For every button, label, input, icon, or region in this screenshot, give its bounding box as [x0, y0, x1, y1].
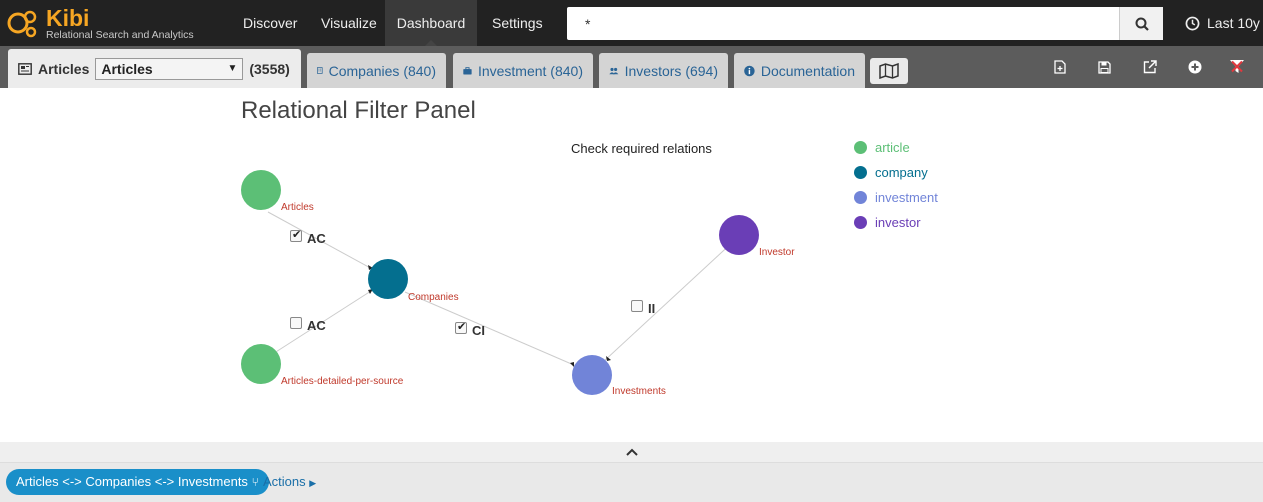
- kibi-filter-icon: [1230, 60, 1244, 73]
- relation-checkbox-ac-2[interactable]: [290, 317, 302, 329]
- tab-investors-label: Investors (694): [624, 62, 718, 79]
- briefcase-icon: [463, 66, 472, 75]
- edge-investments-investor: [602, 239, 736, 363]
- kibi-logo-icon: [7, 10, 37, 38]
- tab-articles-label: Articles: [38, 60, 90, 77]
- tab-investment[interactable]: Investment (840): [453, 53, 593, 88]
- relational-filter-pill-label: Articles <-> Companies <-> Investments: [16, 474, 248, 489]
- nav-visualize[interactable]: Visualize: [306, 0, 392, 46]
- node-articles-detailed[interactable]: [241, 344, 281, 384]
- relation-label-ac-1: AC: [307, 231, 326, 246]
- legend-item-investment: investment: [854, 190, 938, 205]
- actions-menu[interactable]: Actions ▶: [263, 474, 316, 489]
- edge-companies-investments: [404, 291, 591, 373]
- add-icon: [1188, 60, 1202, 74]
- save-icon: [1097, 60, 1111, 74]
- search-input[interactable]: [567, 7, 1119, 40]
- logo-word: Kibi: [46, 5, 90, 31]
- collapse-filter-bar-toggle[interactable]: [0, 442, 1263, 462]
- filter-bar: Articles <-> Companies <-> Investments ⑂…: [0, 462, 1263, 502]
- relation-checkbox-ac-1[interactable]: ✔: [290, 229, 302, 242]
- tab-companies[interactable]: Companies (840): [307, 53, 446, 88]
- legend-label: investor: [875, 215, 921, 230]
- nav-dashboard[interactable]: Dashboard: [385, 0, 477, 46]
- info-icon: [744, 65, 755, 76]
- search-button[interactable]: [1119, 7, 1163, 40]
- relational-graph: Articles Companies Articles-detailed-per…: [241, 170, 795, 397]
- node-investor-label: Investor: [759, 247, 795, 258]
- relation-label-ci: CI: [472, 323, 485, 338]
- caret-right-icon: ▶: [309, 478, 317, 488]
- new-dashboard-button[interactable]: [1051, 58, 1069, 76]
- relation-checkbox-ii[interactable]: [631, 300, 643, 312]
- legend-dot-icon: [854, 191, 867, 204]
- legend-dot-icon: [854, 141, 867, 154]
- dashboard-tabs-bar: Articles Articles ▼ (3558) Companies (84…: [0, 46, 1263, 88]
- building-icon: [317, 67, 323, 74]
- nav-discover[interactable]: Discover: [228, 0, 312, 46]
- relational-filter-pill[interactable]: Articles <-> Companies <-> Investments ⑂: [6, 469, 269, 495]
- time-range-label: Last 10y: [1207, 15, 1260, 31]
- kibi-logo[interactable]: Kibi Relational Search and Analytics: [6, 4, 236, 42]
- map-icon: [879, 63, 899, 79]
- legend-dot-icon: [854, 216, 867, 229]
- clock-icon: [1185, 16, 1200, 30]
- relation-label-ac-2: AC: [307, 318, 326, 333]
- search-bar: [567, 7, 1163, 40]
- legend-label: article: [875, 140, 910, 155]
- time-picker[interactable]: Last 10y: [1185, 0, 1260, 46]
- legend-item-investor: investor: [854, 215, 921, 230]
- tab-companies-label: Companies (840): [328, 62, 436, 79]
- edge-detailed-companies: [267, 281, 386, 358]
- chevron-up-icon: [625, 448, 638, 456]
- kibi-filter-button[interactable]: [1228, 58, 1246, 76]
- add-panel-button[interactable]: [1186, 58, 1204, 76]
- share-dashboard-button[interactable]: [1141, 58, 1159, 76]
- node-investments-label: Investments: [612, 386, 666, 397]
- checkmark-icon: ✔: [292, 229, 302, 241]
- legend-label: company: [875, 165, 928, 180]
- node-articles-label: Articles: [281, 202, 314, 213]
- share-icon: [1143, 60, 1157, 74]
- tab-map-button[interactable]: [870, 58, 908, 84]
- top-navbar: Kibi Relational Search and Analytics Dis…: [0, 0, 1263, 46]
- legend-label: investment: [875, 190, 938, 205]
- new-dashboard-icon: [1054, 60, 1066, 74]
- node-companies[interactable]: [368, 259, 408, 299]
- node-articles[interactable]: [241, 170, 281, 210]
- relation-label-ii: II: [648, 301, 656, 316]
- tab-articles[interactable]: Articles Articles ▼ (3558): [8, 49, 301, 88]
- node-articles-detailed-label: Articles-detailed-per-source: [281, 376, 404, 387]
- legend-item-company: company: [854, 165, 928, 180]
- node-investor[interactable]: [719, 215, 759, 255]
- node-companies-label: Companies: [408, 292, 459, 303]
- node-investments[interactable]: [572, 355, 612, 395]
- search-icon: [1135, 17, 1149, 31]
- nav-dashboard-label: Dashboard: [396, 15, 466, 31]
- nav-settings[interactable]: Settings: [477, 0, 558, 46]
- relation-checkbox-ci[interactable]: ✔: [455, 321, 467, 334]
- edge-articles-companies: [267, 211, 386, 277]
- checkmark-icon: ✔: [457, 321, 467, 333]
- tab-articles-count: (3558): [249, 60, 290, 77]
- arrow-head-icon: [570, 362, 574, 367]
- users-icon: [609, 67, 619, 74]
- tab-investors[interactable]: Investors (694): [599, 53, 728, 88]
- tab-documentation-label: Documentation: [760, 62, 855, 79]
- dashboard-group-select-value: Articles: [101, 60, 153, 77]
- dashboard-group-select[interactable]: Articles ▼: [95, 57, 244, 80]
- tab-investment-label: Investment (840): [477, 62, 583, 79]
- actions-label: Actions: [263, 474, 306, 489]
- legend-dot-icon: [854, 166, 867, 179]
- branch-icon: ⑂: [251, 475, 259, 489]
- newspaper-icon: [18, 62, 32, 75]
- select-caret-icon: ▼: [227, 63, 238, 74]
- tab-documentation[interactable]: Documentation: [734, 53, 865, 88]
- legend-item-article: article: [854, 140, 910, 155]
- logo-tagline: Relational Search and Analytics: [46, 29, 194, 41]
- save-dashboard-button[interactable]: [1095, 58, 1113, 76]
